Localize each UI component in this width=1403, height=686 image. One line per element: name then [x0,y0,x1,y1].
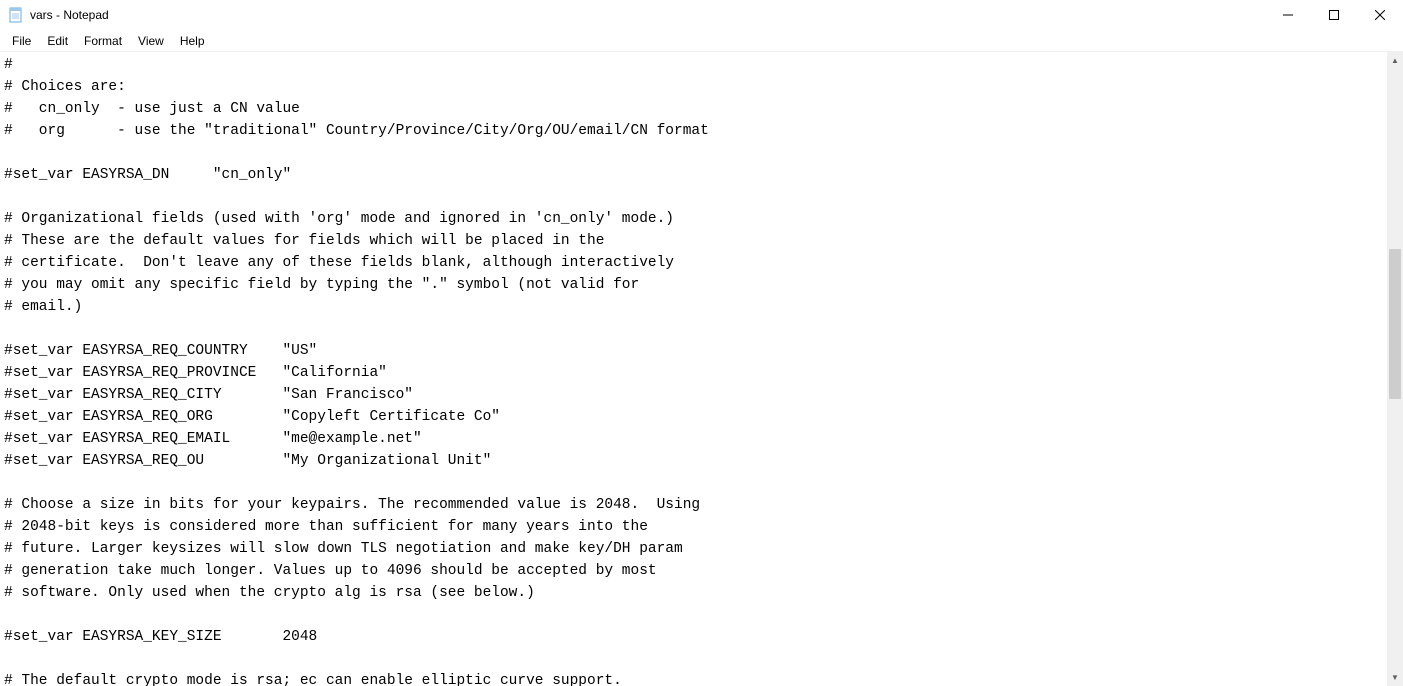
menu-edit[interactable]: Edit [39,32,76,50]
scroll-down-arrow[interactable]: ▼ [1387,669,1403,686]
vertical-scrollbar[interactable]: ▲ ▼ [1386,52,1403,686]
titlebar: vars - Notepad [0,0,1403,30]
maximize-icon [1329,10,1339,20]
window-controls [1265,0,1403,30]
maximize-button[interactable] [1311,0,1357,30]
close-icon [1375,10,1385,20]
text-editor[interactable]: # # Choices are: # cn_only - use just a … [0,52,1386,686]
close-button[interactable] [1357,0,1403,30]
scroll-up-arrow[interactable]: ▲ [1387,52,1403,69]
titlebar-left: vars - Notepad [8,7,109,23]
scroll-thumb[interactable] [1389,249,1401,399]
scroll-track[interactable] [1387,69,1403,669]
minimize-button[interactable] [1265,0,1311,30]
menubar: File Edit Format View Help [0,30,1403,52]
menu-view[interactable]: View [130,32,172,50]
window-title: vars - Notepad [30,8,109,22]
editor-container: # # Choices are: # cn_only - use just a … [0,52,1403,686]
menu-file[interactable]: File [4,32,39,50]
notepad-icon [8,7,24,23]
menu-format[interactable]: Format [76,32,130,50]
minimize-icon [1283,10,1293,20]
menu-help[interactable]: Help [172,32,213,50]
